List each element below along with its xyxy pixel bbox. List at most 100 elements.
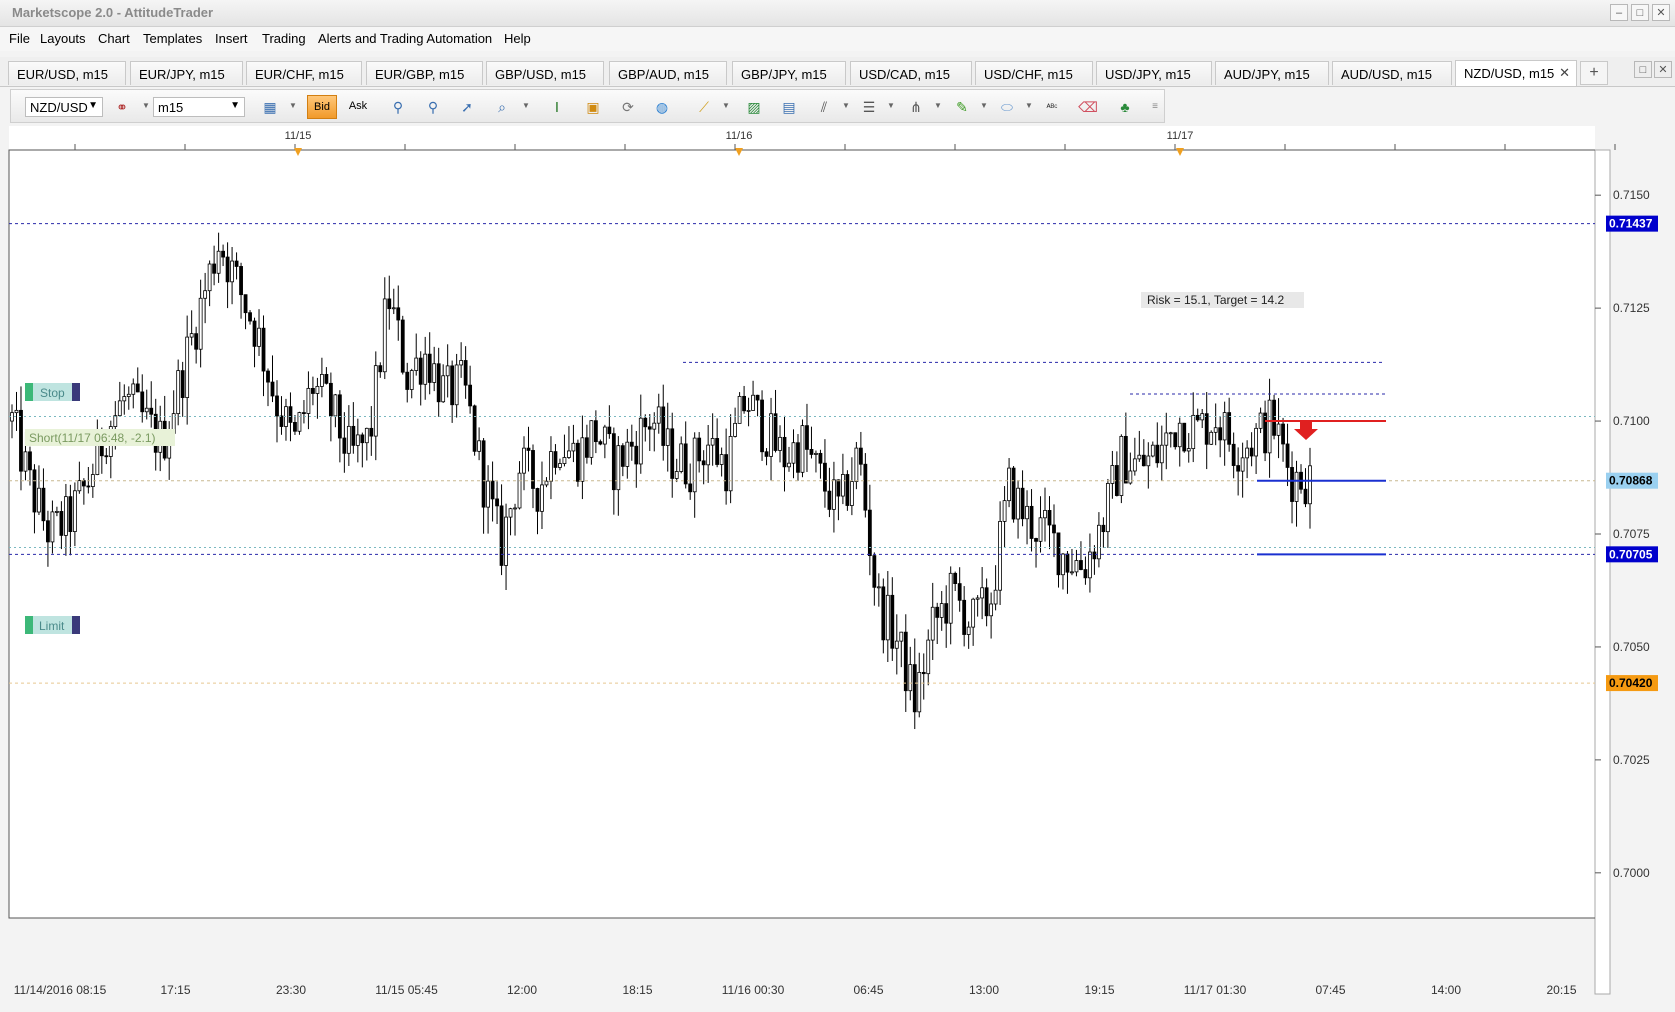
price-tick-label: 0.7075 [1613,527,1650,541]
refresh-icon[interactable]: ⟳ [618,98,638,116]
chevron-down-icon[interactable]: ▼ [980,101,988,110]
chart-type-icon[interactable]: ▦ [260,98,280,116]
candle-body [638,417,643,465]
menu-trading[interactable]: Trading [262,31,306,46]
menu-alerts-automation[interactable]: Alerts and Trading Automation [318,31,492,46]
candle-body [261,327,266,372]
more-icon[interactable]: ≡ [1145,98,1165,116]
candle-body [468,384,473,407]
candle-body [876,586,881,589]
cursor-icon[interactable]: ➚ [457,98,477,116]
globe-icon[interactable]: ◍ [652,98,672,116]
candle-body [369,427,374,437]
levels-icon[interactable]: ▤ [779,98,799,116]
candle-body [827,490,832,510]
candle-body [728,435,733,492]
ruler-icon[interactable]: ⟋ [694,98,714,116]
candle-body [674,471,679,479]
chevron-down-icon[interactable]: ▼ [887,101,895,110]
ask-button[interactable]: Ask [343,95,373,119]
price-marker-icon[interactable]: Ⅰ [547,98,567,116]
candle-body [1034,538,1038,542]
candle-body [867,509,872,557]
candle-body [647,426,652,430]
add-tab-button[interactable]: + [1580,61,1608,85]
tab-eurjpy[interactable]: EUR/JPY, m15 [130,61,243,85]
crosshair-icon[interactable]: ⚲ [423,98,443,116]
restore-button[interactable]: □ [1631,4,1649,21]
image-icon[interactable]: ▨ [744,98,764,116]
tab-close-icon[interactable]: ✕ [1559,65,1570,81]
candle-body [414,357,419,371]
tab-label: AUD/USD, m15 [1341,67,1433,82]
pencil-icon[interactable]: ✎ [952,98,972,116]
tab-usdjpy[interactable]: USD/JPY, m15 [1096,61,1212,85]
tab-gbpaud[interactable]: GBP/AUD, m15 [609,61,727,85]
price-chart[interactable]: 11/15 11/16 11/17 0.71437 0.70868 0.70705 0.7… [0,126,1675,1009]
menu-templates[interactable]: Templates [143,31,202,46]
candle-body [324,373,329,384]
tab-label: USD/CHF, m15 [984,67,1073,82]
chevron-down-icon[interactable]: ▼ [142,101,150,110]
tab-eurchf[interactable]: EUR/CHF, m15 [246,61,362,85]
tab-gbpjpy[interactable]: GBP/JPY, m15 [732,61,846,85]
minimize-button[interactable]: – [1610,4,1628,21]
pitchfork-icon[interactable]: ⋔ [906,98,926,116]
tab-usdcad[interactable]: USD/CAD, m15 [850,61,972,85]
candle-body [441,375,446,403]
tab-gbpusd[interactable]: GBP/USD, m15 [486,61,604,85]
text-abc-icon[interactable]: ᴬᴮᶜ [1042,98,1062,116]
chevron-down-icon[interactable]: ▼ [1025,101,1033,110]
candle-body [683,443,688,485]
zoom-icon[interactable]: ⌕ [492,98,512,116]
panel-close-button[interactable]: ✕ [1654,61,1672,78]
indicator-icon[interactable]: ⚲ [388,98,408,116]
close-button[interactable]: ✕ [1652,4,1670,21]
price-level-value: 0.70420 [1609,676,1653,690]
lines-icon[interactable]: ☰ [859,98,879,116]
menu-layouts[interactable]: Layouts [40,31,86,46]
timeframe-select[interactable]: m15 ▼ [153,97,245,117]
bid-button[interactable]: Bid [307,95,337,119]
tab-label: AUD/JPY, m15 [1224,67,1310,82]
candle-body [710,438,715,446]
menu-insert[interactable]: Insert [215,31,248,46]
stop-label[interactable]: Stop [40,386,65,400]
menu-file[interactable]: File [9,31,30,46]
chevron-down-icon[interactable]: ▼ [722,101,730,110]
tab-eurgbp[interactable]: EUR/GBP, m15 [366,61,483,85]
candle-body [1263,412,1267,454]
hierarchy-icon[interactable]: ♣ [1115,98,1135,116]
candle-body [849,481,854,506]
chart-toolbar: NZD/USD ▼ ⚭ ▼ m15 ▼ ▦ ▼ Bid Ask ⚲ ⚲ ➚ ⌕ ▼ … [10,89,1165,123]
tab-audjpy[interactable]: AUD/JPY, m15 [1215,61,1329,85]
eraser-icon[interactable]: ⌫ [1078,98,1098,116]
candle-body [1146,455,1151,467]
chevron-down-icon[interactable]: ▼ [842,101,850,110]
menu-help[interactable]: Help [504,31,531,46]
candle-body [989,603,994,617]
menu-chart[interactable]: Chart [98,31,130,46]
chevron-down-icon[interactable]: ▼ [934,101,942,110]
screenshot-icon[interactable]: ▣ [583,98,603,116]
link-chart-icon[interactable]: ⚭ [112,98,132,116]
tab-nzdusd[interactable]: NZD/USD, m15 ✕ [1455,60,1577,86]
short-position-label[interactable]: Short(11/17 06:48, -2.1) [29,431,156,445]
chart-area[interactable]: 11/15 11/16 11/17 0.71437 0.70868 0.70705 0.7… [0,126,1675,1009]
candle-body [333,394,338,417]
candle-body [41,487,46,522]
tab-audusd[interactable]: AUD/USD, m15 [1332,61,1452,85]
chevron-down-icon[interactable]: ▼ [522,101,530,110]
chevron-down-icon[interactable]: ▼ [289,101,297,110]
candle-body [1164,432,1169,446]
candle-body [311,387,315,394]
candle-body [1020,487,1025,520]
instrument-select[interactable]: NZD/USD ▼ [25,97,103,117]
limit-label[interactable]: Limit [39,619,65,633]
candle-body [1159,444,1164,464]
fibonacci-icon[interactable]: ⫽ [814,98,834,116]
tab-eurusd[interactable]: EUR/USD, m15 [8,61,126,85]
tab-usdchf[interactable]: USD/CHF, m15 [975,61,1093,85]
panel-restore-button[interactable]: □ [1634,61,1652,78]
ellipse-icon[interactable]: ⬭ [997,98,1017,116]
